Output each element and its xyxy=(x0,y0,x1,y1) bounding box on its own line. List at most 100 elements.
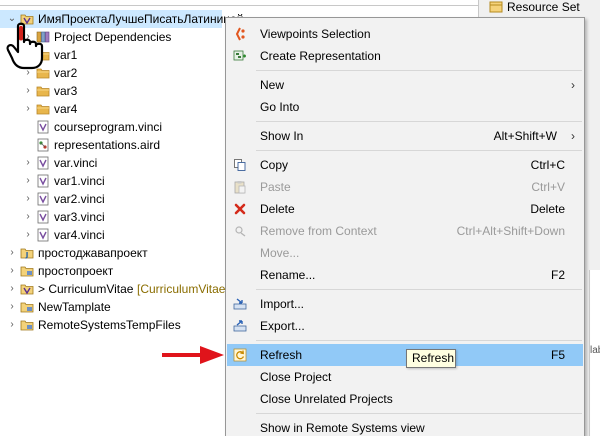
menu-item-label: Copy xyxy=(260,158,289,172)
vinci-file-icon xyxy=(37,228,49,242)
menu-separator xyxy=(256,289,582,290)
java-project-icon: J xyxy=(20,248,34,259)
menu-item-viewpoints-selection[interactable]: Viewpoints Selection xyxy=(227,23,583,45)
menu-item-export[interactable]: Export... xyxy=(227,315,583,337)
tree-item-label: var2.vinci xyxy=(54,192,105,206)
menu-item-shortcut: F2 xyxy=(550,268,565,282)
menu-item-label: Rename... xyxy=(260,268,316,282)
viewpoints-icon xyxy=(235,27,245,41)
folder-icon xyxy=(36,86,50,97)
tree-item-label: var1.vinci xyxy=(54,174,105,188)
menu-item-show-in[interactable]: Show In Alt+Shift+W › xyxy=(227,125,583,147)
menu-item-label: Create Representation xyxy=(260,49,381,63)
expand-toggle-icon[interactable]: › xyxy=(22,208,34,226)
menu-separator xyxy=(256,340,582,341)
create-representation-icon xyxy=(233,50,246,61)
menu-item-shortcut: Delete xyxy=(530,202,565,216)
expand-toggle-icon[interactable]: › xyxy=(22,100,34,118)
project-icon xyxy=(20,266,34,277)
project-icon xyxy=(20,302,34,313)
menu-item-label: Paste xyxy=(260,180,291,194)
menu-item-refresh[interactable]: Refresh F5 xyxy=(227,344,583,366)
menu-separator xyxy=(256,150,582,151)
menu-item-move: Move... xyxy=(227,242,583,264)
tree-item-label: courseprogram.vinci xyxy=(54,120,163,134)
tree-item-label: var4.vinci xyxy=(54,228,105,242)
expand-toggle-icon[interactable]: › xyxy=(22,172,34,190)
expand-toggle-icon[interactable]: › xyxy=(6,262,18,280)
resource-set-icon xyxy=(489,1,503,13)
menu-item-label: Move... xyxy=(260,246,300,260)
menu-item-label: Close Project xyxy=(260,370,332,384)
refresh-icon xyxy=(233,348,247,362)
menu-item-shortcut: Ctrl+V xyxy=(531,180,565,194)
expand-toggle-icon[interactable]: › xyxy=(6,316,18,334)
expand-toggle-icon[interactable]: › xyxy=(6,244,18,262)
tree-item-label: var2 xyxy=(54,66,78,80)
menu-item-create-representation[interactable]: Create Representation xyxy=(227,45,583,67)
tree-item-label: ИмяПроектаЛучшеПисатьЛатиницей xyxy=(38,12,244,26)
vinci-file-icon xyxy=(37,156,49,170)
menu-item-delete[interactable]: Delete Delete xyxy=(227,198,583,220)
expand-toggle-icon[interactable]: › xyxy=(22,190,34,208)
menu-item-paste: Paste Ctrl+V xyxy=(227,176,583,198)
menu-item-close-unrelated-projects[interactable]: Close Unrelated Projects xyxy=(227,388,583,410)
tree-item-label: простоджавапроект xyxy=(38,246,148,260)
vinci-file-icon xyxy=(37,120,49,134)
expand-toggle-icon[interactable]: › xyxy=(22,154,34,172)
copy-icon xyxy=(234,159,246,171)
menu-item-close-project[interactable]: Close Project xyxy=(227,366,583,388)
menu-item-shortcut: Ctrl+Alt+Shift+Down xyxy=(456,224,565,238)
menu-item-label: New xyxy=(260,78,285,92)
vinci-project-icon xyxy=(20,284,34,295)
menu-separator xyxy=(256,413,582,414)
menu-item-new[interactable]: New › xyxy=(227,74,583,96)
menu-item-copy[interactable]: Copy Ctrl+C xyxy=(227,154,583,176)
menu-item-go-into[interactable]: Go Into xyxy=(227,96,583,118)
menu-separator xyxy=(256,121,582,122)
menu-item-label: Import... xyxy=(260,297,305,311)
tree-item-label: var.vinci xyxy=(54,156,98,170)
menu-item-shortcut: F5 xyxy=(550,348,565,362)
menu-item-shortcut: Ctrl+C xyxy=(530,158,565,172)
hand-cursor-icon xyxy=(6,22,44,70)
expand-toggle-icon[interactable]: › xyxy=(6,280,18,298)
vinci-file-icon xyxy=(37,174,49,188)
tree-item-label: var3 xyxy=(54,84,78,98)
remove-context-icon xyxy=(235,226,246,237)
tree-item-label: Project Dependencies xyxy=(54,30,172,44)
expand-toggle-icon[interactable]: › xyxy=(22,226,34,244)
menu-item-label: Close Unrelated Projects xyxy=(260,392,393,406)
export-icon xyxy=(233,320,247,332)
menu-item-label: Viewpoints Selection xyxy=(260,27,371,41)
vinci-file-icon xyxy=(37,210,49,224)
resource-set-tab[interactable]: Resource Set xyxy=(485,0,580,16)
menu-item-label: Refresh xyxy=(260,348,303,362)
menu-item-label: Delete xyxy=(260,202,295,216)
tree-item-label: var4 xyxy=(54,102,78,116)
tree-item-label: RemoteSystemsTempFiles xyxy=(38,318,181,332)
right-pane-clipped-text: lab xyxy=(590,345,600,356)
expand-toggle-icon[interactable]: › xyxy=(6,298,18,316)
expand-toggle-icon[interactable]: › xyxy=(22,82,34,100)
import-icon xyxy=(233,298,247,310)
delete-icon xyxy=(234,203,246,215)
menu-item-remove-from-context: Remove from Context Ctrl+Alt+Shift+Down xyxy=(227,220,583,242)
menu-item-show-in-remote-systems-view[interactable]: Show in Remote Systems view xyxy=(227,417,583,436)
menu-item-shortcut: Alt+Shift+W xyxy=(493,129,557,143)
menu-item-import[interactable]: Import... xyxy=(227,293,583,315)
refresh-tooltip: Refresh xyxy=(406,349,456,368)
menu-separator xyxy=(256,70,582,71)
context-menu: Viewpoints Selection Create Representatio… xyxy=(225,17,585,436)
vinci-file-icon xyxy=(37,192,49,206)
menu-item-rename[interactable]: Rename... F2 xyxy=(227,264,583,286)
tree-item-decoration: [CurriculumVitae] xyxy=(137,282,229,296)
tree-header-strip xyxy=(0,0,478,6)
tree-item-label: var1 xyxy=(54,48,78,62)
svg-text:J: J xyxy=(25,251,29,259)
project-icon xyxy=(20,320,34,331)
menu-item-label: Export... xyxy=(260,319,305,333)
tree-item-label: var3.vinci xyxy=(54,210,105,224)
